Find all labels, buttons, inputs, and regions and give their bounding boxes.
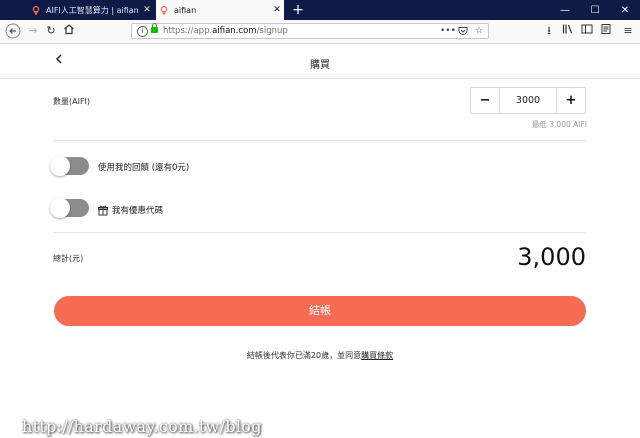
watermark-text: http://hardaway.com.tw/blog [22, 417, 262, 436]
quantity-stepper: − 3000 + [470, 87, 586, 114]
close-window-icon[interactable]: ✕ [610, 0, 640, 20]
library-icon[interactable] [560, 23, 576, 39]
divider [53, 232, 586, 233]
reload-icon[interactable]: ↻ [43, 23, 59, 39]
total-amount: 3,000 [517, 243, 586, 271]
close-tab-icon[interactable]: ✕ [140, 5, 154, 15]
terms-link[interactable]: 購買條款 [361, 351, 393, 360]
use-rewards-label: 使用我的回饋 (還有0元) [98, 163, 190, 173]
page-actions-icon[interactable]: ••• [440, 24, 456, 38]
quantity-input[interactable]: 3000 [499, 88, 557, 113]
use-rewards-toggle[interactable] [50, 156, 89, 176]
increase-button[interactable]: + [556, 88, 585, 113]
tab-aifi[interactable]: AIFI人工智慧算力 | aifian ✕ [28, 0, 154, 20]
total-label: 總計(元) [53, 254, 84, 263]
checkout-button[interactable]: 結帳 [54, 296, 586, 326]
toggle-knob [50, 198, 70, 218]
maximize-icon[interactable]: ☐ [580, 0, 610, 20]
url-text: https://app.aifian.com/signup [163, 26, 288, 36]
aifian-logo-icon [32, 5, 40, 15]
address-bar[interactable]: i https://app.aifian.com/signup ••• ☆ [131, 23, 489, 39]
reader-view-icon[interactable] [598, 23, 614, 39]
close-tab-icon[interactable]: ✕ [270, 5, 284, 15]
browser-nav-bar: → ↻ i https://app.aifian.com/signup ••• … [0, 20, 640, 44]
terms-text: 結帳後代表你已滿20歲，並同意 [246, 351, 362, 360]
decrease-button[interactable]: − [471, 88, 500, 113]
info-icon[interactable]: i [137, 26, 148, 37]
browser-tab-bar: AIFI人工智慧算力 | aifian ✕ aifian ✕ + — ☐ ✕ [0, 0, 640, 20]
home-icon[interactable] [61, 23, 77, 39]
forward-arrow-icon[interactable]: → [25, 23, 41, 39]
coupon-label: 我有優惠代碼 [112, 206, 164, 216]
aifian-logo-icon [160, 5, 168, 15]
menu-icon[interactable]: ≡ [620, 23, 636, 39]
tab-label: AIFI人工智慧算力 | aifian [46, 5, 139, 15]
sidebar-icon[interactable] [579, 23, 595, 39]
back-arrow-icon[interactable] [5, 23, 21, 39]
download-icon[interactable]: ⭳ [541, 23, 557, 39]
page-title: 購買 [310, 60, 330, 71]
divider [53, 140, 586, 141]
lock-icon [151, 23, 158, 33]
minimum-note: 最低 3,000 AIFI [531, 120, 587, 129]
tab-label: aifian [174, 5, 197, 15]
bookmark-star-icon[interactable]: ☆ [475, 24, 483, 38]
quantity-label: 數量(AIFI) [53, 97, 91, 106]
toggle-knob [50, 156, 70, 176]
pocket-icon[interactable] [458, 24, 468, 41]
gift-icon [98, 201, 108, 216]
new-tab-icon[interactable]: + [290, 1, 306, 19]
tab-aifian[interactable]: aifian ✕ [156, 0, 284, 20]
minimize-icon[interactable]: — [550, 0, 580, 20]
coupon-toggle[interactable] [50, 198, 89, 218]
terms-notice: 結帳後代表你已滿20歲，並同意購買條款 [0, 350, 640, 361]
header-divider [0, 78, 640, 79]
